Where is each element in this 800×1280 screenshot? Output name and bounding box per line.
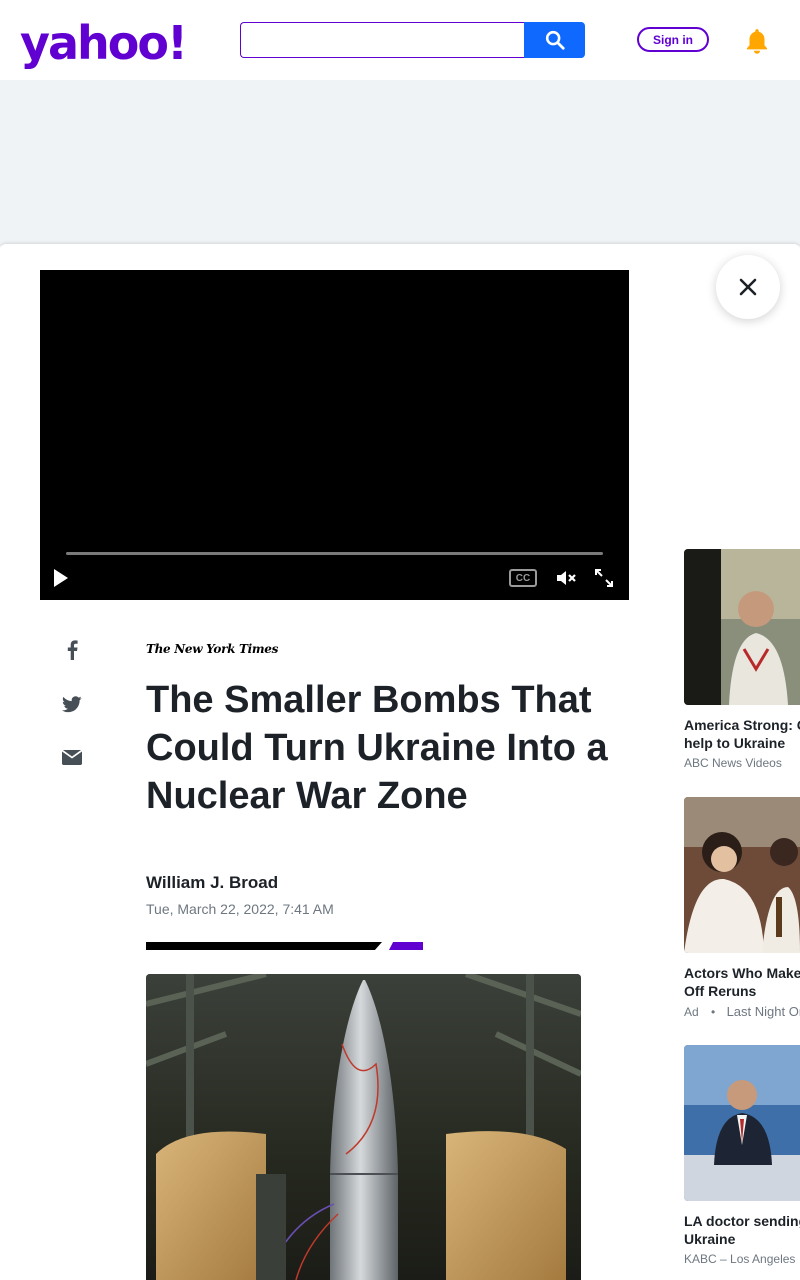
sign-in-button[interactable]: Sign in	[637, 27, 709, 52]
search-button[interactable]	[524, 22, 585, 58]
sidebar-item-1[interactable]: America Strong: C help to Ukraine ABC Ne…	[684, 549, 800, 770]
sidebar-thumbnail[interactable]	[684, 1045, 800, 1201]
sidebar-item-title[interactable]: Actors Who Make Off Reruns	[684, 964, 800, 1000]
closed-captions-icon[interactable]: CC	[509, 569, 537, 587]
ad-badge: Ad	[684, 1005, 699, 1019]
separator-dot: •	[711, 1005, 716, 1019]
email-icon[interactable]	[60, 745, 84, 769]
article-headline: The Smaller Bombs That Could Turn Ukrain…	[146, 679, 608, 817]
sidebar-item-source: Ad • Last Night On	[684, 1004, 800, 1019]
twitter-icon[interactable]	[60, 692, 84, 716]
sidebar-item-title[interactable]: America Strong: C help to Ukraine	[684, 716, 800, 752]
notifications-bell-icon[interactable]	[742, 26, 772, 61]
play-icon[interactable]	[52, 568, 70, 593]
article-author: William J. Broad	[146, 873, 279, 892]
search-input[interactable]	[240, 22, 526, 58]
divider-bar	[146, 942, 382, 950]
sidebar-item-3[interactable]: LA doctor sending Ukraine KABC – Los Ang…	[684, 1045, 800, 1266]
search-icon	[545, 30, 565, 50]
close-button[interactable]	[716, 255, 780, 319]
sidebar-item-2[interactable]: Actors Who Make Off Reruns Ad • Last Nig…	[684, 797, 800, 1019]
video-progress-bar[interactable]	[66, 552, 603, 555]
sidebar-item-source: KABC – Los Angeles	[684, 1252, 796, 1266]
header: yahoo! Sign in	[0, 0, 800, 80]
yahoo-logo[interactable]: yahoo!	[20, 18, 188, 68]
sidebar-thumbnail[interactable]	[684, 549, 800, 705]
ad-banner-area	[0, 80, 800, 246]
article-date: Tue, March 22, 2022, 7:41 AM	[146, 901, 334, 917]
mute-icon[interactable]	[555, 568, 577, 593]
video-player[interactable]: CC	[40, 270, 629, 600]
article-image[interactable]	[146, 974, 581, 1280]
fullscreen-icon[interactable]	[594, 568, 614, 593]
divider-accent	[389, 942, 423, 950]
publisher-logo[interactable]: The New York Times	[146, 642, 278, 656]
close-icon	[739, 278, 757, 296]
facebook-icon[interactable]	[60, 638, 84, 662]
sidebar-item-source: ABC News Videos	[684, 756, 782, 770]
sidebar-thumbnail[interactable]	[684, 797, 800, 953]
sidebar-item-title[interactable]: LA doctor sending Ukraine	[684, 1212, 800, 1248]
